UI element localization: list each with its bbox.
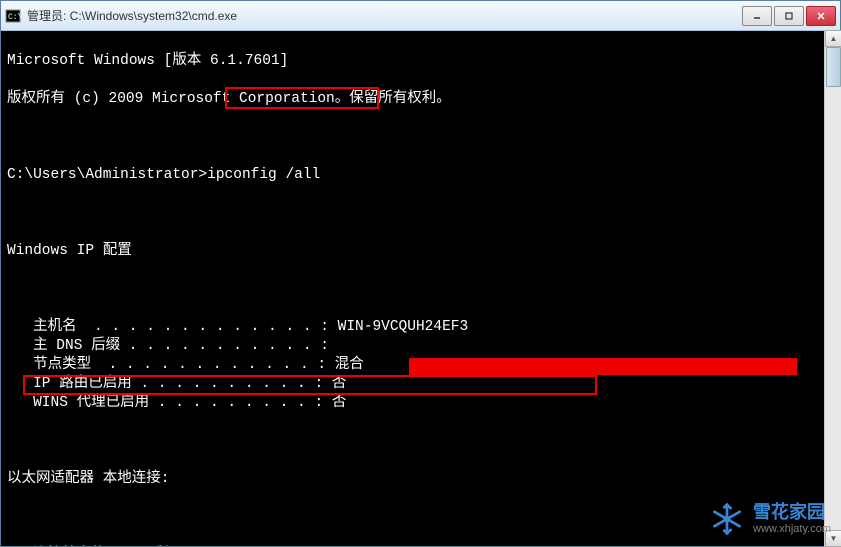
svg-text:C:\: C:\: [8, 13, 21, 22]
output-row: IP 路由已启用 . . . . . . . . . . : 否: [7, 375, 834, 394]
cmd-window: C:\ 管理员: C:\Windows\system32\cmd.exe Mic…: [0, 0, 841, 547]
output-row: 节点类型 . . . . . . . . . . . . : 混合: [7, 356, 834, 375]
prompt: C:\Users\Administrator>: [7, 167, 207, 183]
prompt-line: C:\Users\Administrator>ipconfig /all: [7, 166, 834, 185]
output-row: 主 DNS 后缀 . . . . . . . . . . . :: [7, 337, 834, 356]
scroll-thumb[interactable]: [826, 47, 841, 87]
titlebar: C:\ 管理员: C:\Windows\system32\cmd.exe: [1, 1, 840, 31]
terminal-output[interactable]: Microsoft Windows [版本 6.1.7601] 版权所有 (c)…: [1, 31, 840, 546]
output-row: WINS 代理已启用 . . . . . . . . . : 否: [7, 394, 834, 413]
section-adapter: 以太网适配器 本地连接:: [7, 470, 834, 489]
copyright-line: 版权所有 (c) 2009 Microsoft Corporation。保留所有…: [7, 90, 834, 109]
scroll-up-button[interactable]: ▲: [825, 30, 841, 47]
vertical-scrollbar[interactable]: ▲ ▼: [824, 30, 841, 547]
version-line: Microsoft Windows [版本 6.1.7601]: [7, 52, 834, 71]
window-controls: [742, 6, 836, 26]
window-title: 管理员: C:\Windows\system32\cmd.exe: [27, 7, 742, 24]
section-ipconfig: Windows IP 配置: [7, 242, 834, 261]
close-button[interactable]: [806, 6, 836, 26]
command: ipconfig /all: [207, 167, 320, 183]
output-row: 主机名 . . . . . . . . . . . . . : WIN-9VCQ…: [7, 318, 834, 337]
scroll-down-button[interactable]: ▼: [825, 530, 841, 547]
cmd-icon: C:\: [5, 8, 21, 24]
minimize-button[interactable]: [742, 6, 772, 26]
maximize-button[interactable]: [774, 6, 804, 26]
